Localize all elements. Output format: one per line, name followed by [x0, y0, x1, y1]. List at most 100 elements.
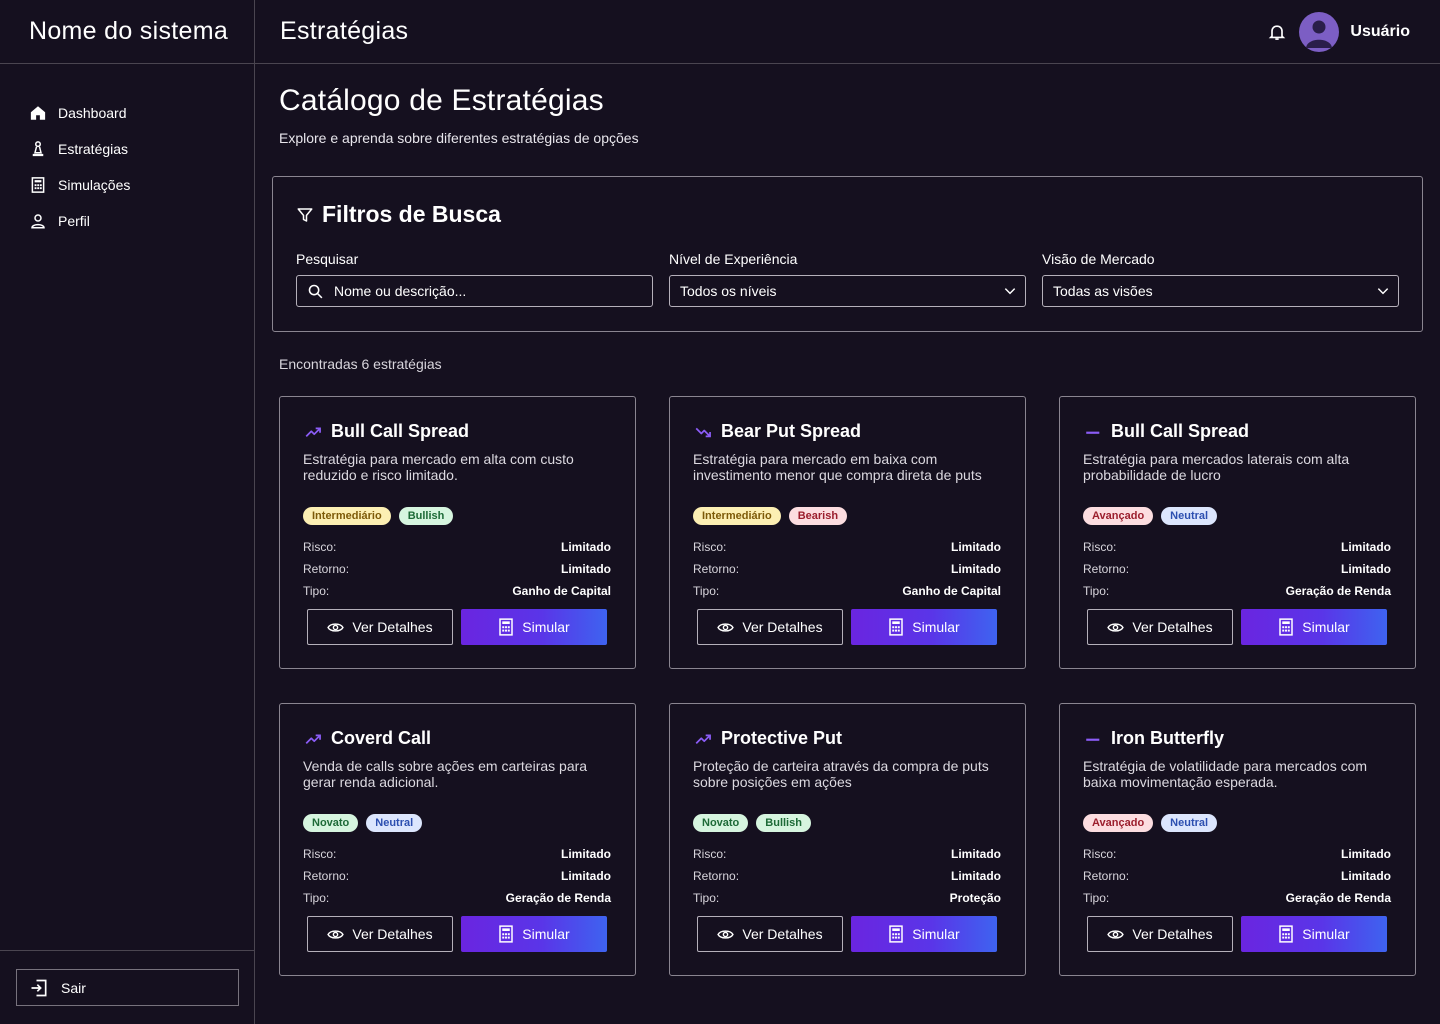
return-value: Limitado [951, 562, 1001, 576]
type-label: Tipo: [1083, 891, 1110, 905]
calculator-icon [889, 925, 904, 943]
market-badge: Bullish [398, 507, 454, 525]
risk-label: Risco: [1083, 847, 1117, 861]
level-select[interactable]: Todos os níveis [669, 275, 1026, 307]
card-badges: Avançado Neutral [1083, 814, 1218, 832]
card-title: Bear Put Spread [693, 421, 861, 442]
simulate-button-label: Simular [1302, 926, 1350, 942]
filter-icon [297, 207, 313, 222]
minus-icon [1086, 738, 1100, 741]
level-badge: Novato [303, 814, 359, 832]
sidebar-item-estrategias[interactable]: Estratégias [0, 131, 254, 167]
filters-title: Filtros de Busca [296, 201, 501, 228]
sidebar-item-dashboard[interactable]: Dashboard [0, 95, 254, 131]
card-description: Estratégia para mercado em baixa com inv… [693, 451, 982, 483]
sidebar-item-perfil[interactable]: Perfil [0, 203, 254, 239]
level-badge: Intermediário [303, 507, 391, 525]
return-label: Retorno: [693, 869, 740, 883]
type-row: Tipo: Proteção [693, 891, 1001, 913]
details-button[interactable]: Ver Detalhes [697, 609, 843, 645]
market-field: Visão de Mercado Todas as visões [1042, 251, 1399, 307]
details-button[interactable]: Ver Detalhes [307, 916, 453, 952]
card-title-text: Coverd Call [331, 728, 432, 748]
simulate-button[interactable]: Simular [461, 609, 607, 645]
chevron-down-icon [1004, 288, 1016, 295]
card-badges: Avançado Neutral [1083, 507, 1218, 525]
details-button-label: Ver Detalhes [1132, 619, 1213, 635]
risk-row: Risco: Limitado [303, 847, 611, 869]
results-count: Encontradas 6 estratégias [279, 356, 442, 372]
card-title-text: Iron Butterfly [1111, 728, 1225, 748]
card-attributes: Risco: Limitado Retorno: Limitado Tipo: Ger… [303, 847, 611, 913]
type-value: Geração de Renda [1285, 584, 1391, 598]
chevron-down-icon [1377, 288, 1389, 295]
filters-title-text: Filtros de Busca [322, 201, 501, 227]
level-badge: Avançado [1083, 507, 1154, 525]
simulate-button[interactable]: Simular [1241, 916, 1387, 952]
market-select[interactable]: Todas as visões [1042, 275, 1399, 307]
type-row: Tipo: Ganho de Capital [303, 584, 611, 606]
calculator-icon [1279, 925, 1294, 943]
logout-button[interactable]: Sair [16, 969, 239, 1006]
level-badge: Intermediário [693, 507, 781, 525]
risk-value: Limitado [561, 847, 611, 861]
type-value: Ganho de Capital [902, 584, 1001, 598]
card-description: Estratégia para mercado em alta com cust… [303, 451, 574, 483]
card-badges: Novato Bullish [693, 814, 811, 832]
type-row: Tipo: Geração de Renda [1083, 891, 1391, 913]
sidebar-item-label: Estratégias [58, 141, 129, 157]
details-button[interactable]: Ver Detalhes [697, 916, 843, 952]
strategy-card: Bull Call Spread Estratégia para mercado… [1059, 396, 1416, 669]
logout-icon [31, 979, 47, 996]
card-title-text: Protective Put [721, 728, 843, 748]
return-row: Retorno: Limitado [303, 562, 611, 584]
risk-label: Risco: [1083, 540, 1117, 554]
details-button[interactable]: Ver Detalhes [1087, 609, 1233, 645]
user-name[interactable]: Usuário [1350, 23, 1410, 41]
return-value: Limitado [1341, 869, 1391, 883]
type-row: Tipo: Geração de Renda [303, 891, 611, 913]
logout-label: Sair [61, 979, 86, 996]
eye-icon [717, 929, 735, 939]
return-label: Retorno: [693, 562, 740, 576]
type-label: Tipo: [303, 584, 330, 598]
return-value: Limitado [561, 562, 611, 576]
return-label: Retorno: [1083, 562, 1130, 576]
simulate-button[interactable]: Simular [851, 609, 997, 645]
type-value: Geração de Renda [1285, 891, 1391, 905]
card-description: Estratégia para mercados laterais com al… [1083, 451, 1350, 483]
risk-label: Risco: [303, 847, 337, 861]
header-user-area: Usuário [1267, 11, 1440, 52]
simulate-button[interactable]: Simular [461, 916, 607, 952]
card-description: Estratégia de volatilidade para mercados… [1083, 758, 1368, 790]
strategy-card: Bear Put Spread Estratégia para mercado … [669, 396, 1026, 669]
top-header: Estratégias Usuário [255, 0, 1440, 64]
market-badge: Neutral [366, 814, 423, 832]
simulate-button[interactable]: Simular [1241, 609, 1387, 645]
risk-value: Limitado [561, 540, 611, 554]
card-attributes: Risco: Limitado Retorno: Limitado Tipo: Ger… [1083, 540, 1391, 606]
bell-icon[interactable] [1267, 22, 1287, 42]
risk-value: Limitado [1341, 540, 1391, 554]
return-row: Retorno: Limitado [1083, 869, 1391, 891]
details-button-label: Ver Detalhes [742, 926, 823, 942]
sidebar-item-simulacoes[interactable]: Simulações [0, 167, 254, 203]
filters-panel: Filtros de Busca Pesquisar Nome ou descr… [272, 176, 1423, 332]
card-attributes: Risco: Limitado Retorno: Limitado Tipo: Ger… [1083, 847, 1391, 913]
type-row: Tipo: Ganho de Capital [693, 584, 1001, 606]
search-input[interactable]: Nome ou descrição... [296, 275, 653, 307]
page-subtitle: Explore e aprenda sobre diferentes estra… [279, 130, 639, 146]
card-title-text: Bull Call Spread [1111, 421, 1250, 441]
return-value: Limitado [561, 869, 611, 883]
strategy-card: Coverd Call Venda de calls sobre ações e… [279, 703, 636, 976]
market-badge: Bullish [756, 814, 811, 832]
card-description: Proteção de carteira através da compra d… [693, 758, 989, 790]
avatar[interactable] [1299, 11, 1340, 52]
risk-value: Limitado [951, 847, 1001, 861]
details-button[interactable]: Ver Detalhes [307, 609, 453, 645]
avatar-user-icon [1306, 20, 1333, 48]
details-button[interactable]: Ver Detalhes [1087, 916, 1233, 952]
simulate-button[interactable]: Simular [851, 916, 997, 952]
chess-pawn-icon [32, 141, 44, 157]
level-select-value: Todos os níveis [680, 283, 777, 299]
